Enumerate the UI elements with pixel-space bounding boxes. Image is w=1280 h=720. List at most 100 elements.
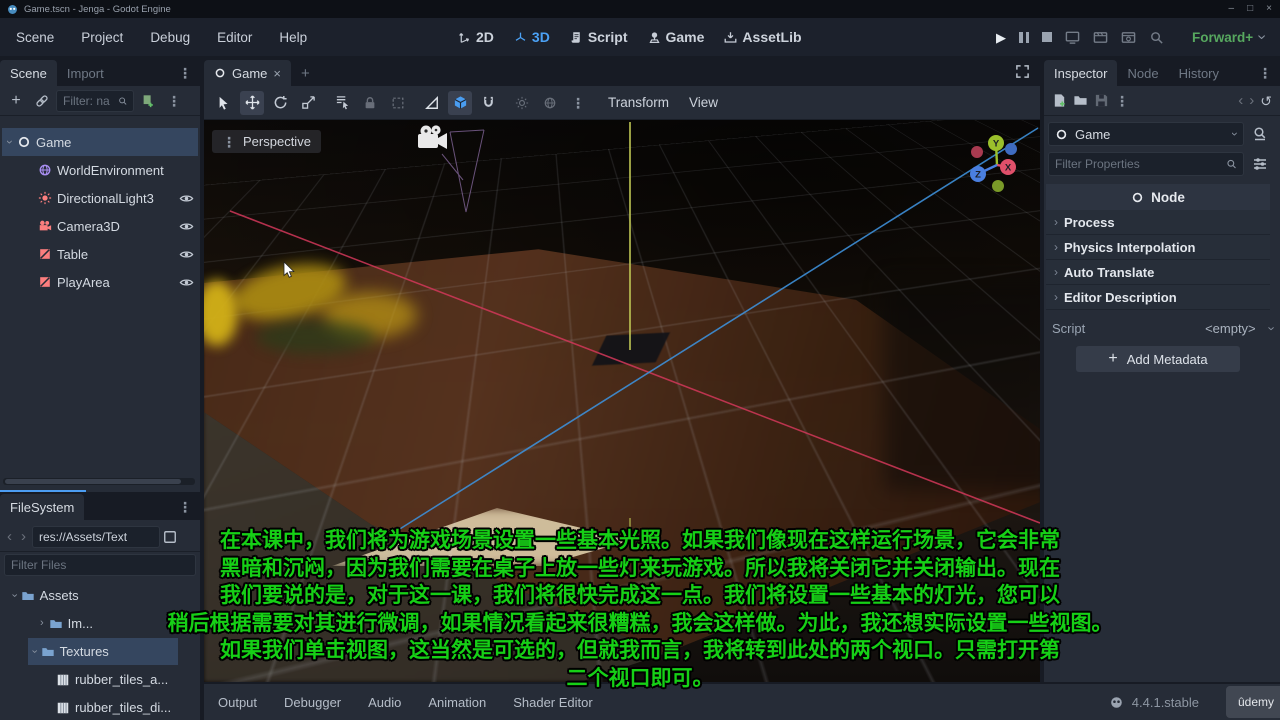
workspace-game[interactable]: Game xyxy=(648,29,704,45)
visibility-eye-icon[interactable] xyxy=(174,270,198,294)
category-process[interactable]: › Process xyxy=(1046,210,1270,235)
fs-row-rubber-tiles-di[interactable]: rubber_tiles_di... xyxy=(0,694,200,720)
tree-row-camera3d[interactable]: Camera3D xyxy=(0,212,200,240)
add-node-button[interactable]: + xyxy=(4,89,28,113)
stop-button[interactable] xyxy=(1042,32,1052,42)
scale-tool[interactable] xyxy=(296,91,320,115)
view-menu[interactable]: View xyxy=(689,95,718,110)
rotate-tool[interactable] xyxy=(268,91,292,115)
tab-filesystem[interactable]: FileSystem xyxy=(0,494,85,520)
scene-tree-scrollbar[interactable] xyxy=(3,478,195,485)
remote-debug-icon[interactable] xyxy=(1065,30,1080,45)
expand-icon[interactable]: › xyxy=(40,618,44,629)
workspace-2d[interactable]: 2D xyxy=(458,29,494,45)
instance-scene-button[interactable] xyxy=(30,89,54,113)
bottom-tab-animation[interactable]: Animation xyxy=(428,695,486,710)
profiler-icon[interactable] xyxy=(1149,30,1164,45)
dock-menu-icon[interactable]: ⋮ xyxy=(1258,66,1280,86)
tab-game-scene[interactable]: Game × xyxy=(204,60,291,86)
close-button[interactable]: × xyxy=(1266,4,1272,14)
perspective-menu[interactable]: ⋮ Perspective xyxy=(212,130,321,153)
scene-tree-menu-icon[interactable]: ⋮ xyxy=(162,89,186,113)
preview-sun-toggle[interactable] xyxy=(510,91,534,115)
maximize-button[interactable]: □ xyxy=(1247,4,1253,14)
attach-script-button[interactable] xyxy=(136,89,160,113)
save-resource-icon[interactable] xyxy=(1094,93,1109,108)
tree-row-playarea[interactable]: PlayArea xyxy=(0,268,200,296)
movie-writer-icon[interactable] xyxy=(1121,30,1136,45)
node-section-header[interactable]: Node xyxy=(1046,184,1270,210)
inspector-filter-input[interactable] xyxy=(1048,152,1244,176)
category-physics-interpolation[interactable]: › Physics Interpolation xyxy=(1046,235,1270,260)
fullscreen-icon[interactable] xyxy=(1015,64,1030,79)
category-editor-description[interactable]: › Editor Description xyxy=(1046,285,1270,310)
visibility-eye-icon[interactable] xyxy=(174,242,198,266)
visibility-eye-icon[interactable] xyxy=(174,186,198,210)
3d-viewport[interactable]: Y X Z ⋮ Perspective xyxy=(204,120,1040,682)
bottom-tab-shader-editor[interactable]: Shader Editor xyxy=(513,695,593,710)
tree-row-table[interactable]: Table xyxy=(0,240,200,268)
fs-row-images[interactable]: › Im... xyxy=(0,610,200,637)
play-button[interactable]: ▶ xyxy=(996,31,1006,44)
movie-maker-icon[interactable] xyxy=(1093,30,1108,45)
tree-row-worldenvironment[interactable]: WorldEnvironment xyxy=(0,156,200,184)
filter-tune-icon[interactable] xyxy=(1252,156,1268,172)
workspace-script[interactable]: Script xyxy=(570,29,628,45)
dock-menu-icon[interactable]: ⋮ xyxy=(178,66,200,86)
preview-environment-toggle[interactable] xyxy=(538,91,562,115)
close-tab-icon[interactable]: × xyxy=(273,67,281,80)
collapse-icon[interactable]: › xyxy=(8,594,20,598)
history-forward-button[interactable]: › xyxy=(1249,93,1254,108)
renderer-select[interactable]: Forward+ › xyxy=(1192,29,1271,45)
node-selector[interactable]: Game › xyxy=(1048,122,1244,146)
path-field[interactable] xyxy=(32,525,160,548)
menu-project[interactable]: Project xyxy=(77,30,127,45)
nav-back-button[interactable]: ‹ xyxy=(4,529,15,544)
workspace-3d[interactable]: 3D xyxy=(514,29,550,45)
load-resource-icon[interactable] xyxy=(1073,93,1088,108)
bottom-tab-debugger[interactable]: Debugger xyxy=(284,695,341,710)
filesystem-filter-input[interactable] xyxy=(4,554,196,576)
tab-scene[interactable]: Scene xyxy=(0,60,57,86)
new-resource-icon[interactable] xyxy=(1052,93,1067,108)
pause-button[interactable] xyxy=(1019,31,1029,43)
viewport-extra-menu-icon[interactable]: ⋮ xyxy=(566,91,590,115)
tab-import[interactable]: Import xyxy=(57,60,114,86)
scene-filter-input[interactable] xyxy=(56,89,134,112)
add-metadata-button[interactable]: + Add Metadata xyxy=(1076,346,1240,372)
menu-editor[interactable]: Editor xyxy=(213,30,256,45)
tab-history[interactable]: History xyxy=(1169,60,1229,86)
bottom-tab-output[interactable]: Output xyxy=(218,695,257,710)
chevron-down-icon[interactable]: › xyxy=(1264,326,1279,330)
list-select-tool[interactable] xyxy=(330,91,354,115)
collapse-icon[interactable]: › xyxy=(3,140,17,144)
minimize-button[interactable]: – xyxy=(1229,4,1235,14)
tree-row-game[interactable]: › Game xyxy=(2,128,198,156)
menu-debug[interactable]: Debug xyxy=(146,30,194,45)
new-tab-button[interactable]: + xyxy=(291,60,320,86)
transform-menu[interactable]: Transform xyxy=(608,95,669,110)
category-auto-translate[interactable]: › Auto Translate xyxy=(1046,260,1270,285)
tab-inspector[interactable]: Inspector xyxy=(1044,60,1118,86)
group-button[interactable] xyxy=(386,91,410,115)
lock-button[interactable] xyxy=(358,91,382,115)
fs-row-assets[interactable]: › Assets xyxy=(0,582,200,609)
dock-menu-icon[interactable]: ⋮ xyxy=(178,500,200,520)
visibility-eye-icon[interactable] xyxy=(174,214,198,238)
snap-toggle[interactable] xyxy=(476,91,500,115)
menu-scene[interactable]: Scene xyxy=(12,30,58,45)
fs-row-textures[interactable]: › Textures xyxy=(28,638,178,665)
search-docs-icon[interactable] xyxy=(1252,126,1268,142)
view-axis-gizmo[interactable]: Y X Z xyxy=(962,128,1038,198)
tab-node[interactable]: Node xyxy=(1117,60,1168,86)
object-history-icon[interactable]: ↺ xyxy=(1260,94,1272,108)
toggle-split-icon[interactable] xyxy=(163,530,177,544)
workspace-assetlib[interactable]: AssetLib xyxy=(724,29,802,45)
resource-extra-menu-icon[interactable]: ⋮ xyxy=(1115,94,1129,108)
script-value-dropdown[interactable]: <empty> xyxy=(1205,321,1256,336)
ruler-tool[interactable] xyxy=(420,91,444,115)
fs-row-rubber-tiles-a[interactable]: rubber_tiles_a... xyxy=(0,666,200,693)
move-tool[interactable] xyxy=(240,90,264,115)
local-space-toggle[interactable] xyxy=(448,90,472,115)
history-back-button[interactable]: ‹ xyxy=(1238,93,1243,108)
